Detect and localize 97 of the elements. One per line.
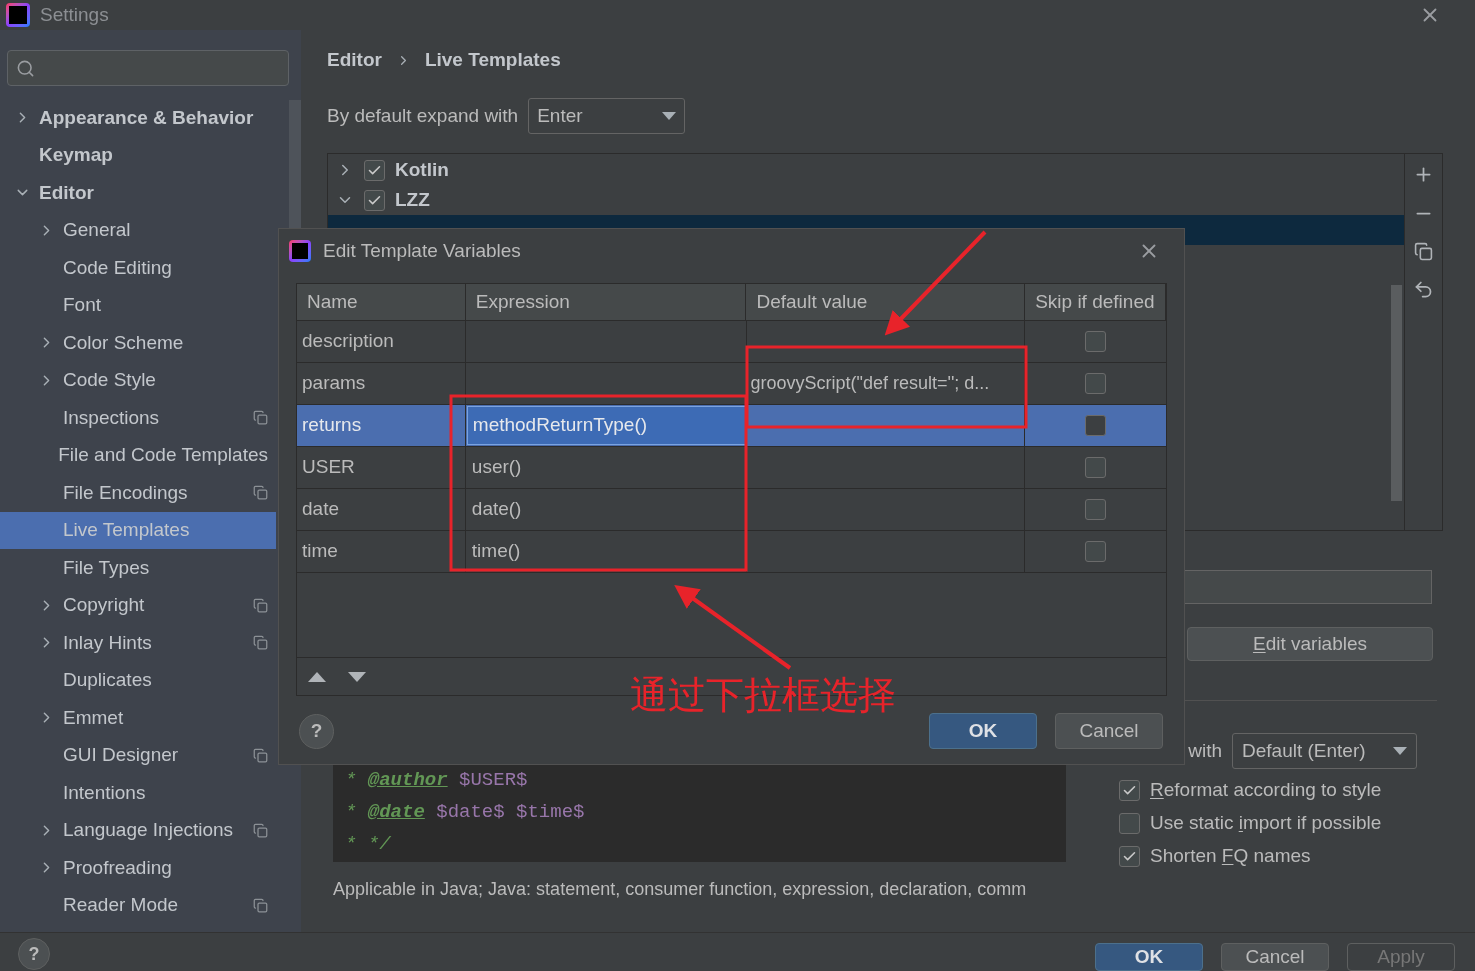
sidebar-item[interactable]: Appearance & Behavior <box>0 99 276 137</box>
sidebar-item[interactable]: Color Scheme <box>0 324 276 362</box>
expand-with-label: with <box>1188 738 1222 763</box>
sidebar-item[interactable]: Reader Mode <box>0 886 276 924</box>
checkbox[interactable] <box>1085 373 1107 394</box>
checkbox[interactable] <box>364 159 385 181</box>
project-scope-icon <box>253 485 268 501</box>
sidebar-item[interactable]: File and Code Templates <box>0 436 276 474</box>
breadcrumb-item[interactable]: Editor <box>327 45 382 75</box>
checkbox[interactable] <box>1085 457 1107 478</box>
variable-row[interactable]: time time() <box>297 531 1166 573</box>
sidebar-item[interactable]: Code Editing <box>0 249 276 287</box>
table-cell: date <box>297 489 466 530</box>
ok-button[interactable]: OK <box>1095 943 1203 971</box>
sidebar-item[interactable]: File Types <box>0 549 276 587</box>
sidebar-item[interactable]: Duplicates <box>0 661 276 699</box>
table-cell: returns <box>297 405 466 446</box>
option-checkbox-row[interactable]: Shorten FQ names <box>1119 840 1443 873</box>
sidebar-item[interactable]: Copyright <box>0 586 276 624</box>
sidebar-item[interactable]: Emmet <box>0 699 276 737</box>
sidebar-item[interactable]: Inlay Hints <box>0 624 276 662</box>
app-logo-icon <box>6 3 30 27</box>
project-scope-icon <box>253 410 268 426</box>
move-down-icon[interactable] <box>348 671 366 682</box>
help-button[interactable]: ? <box>18 938 50 970</box>
expand-dropdown[interactable]: Default (Enter) <box>1232 733 1417 769</box>
sidebar-item[interactable]: GUI Designer <box>0 736 276 774</box>
dropdown-caret-icon <box>1393 747 1407 755</box>
project-scope-icon <box>253 597 268 613</box>
code-line: * */ <box>345 832 392 857</box>
template-group-row[interactable]: LZZ <box>328 185 1404 215</box>
dialog-button[interactable]: Cancel <box>1055 713 1163 749</box>
sidebar-item[interactable]: Keymap <box>0 136 276 174</box>
table-cell: params <box>297 363 466 404</box>
checkbox[interactable] <box>1085 415 1107 436</box>
sidebar-item[interactable]: General <box>0 211 276 249</box>
table-cell: USER <box>297 447 466 488</box>
sidebar-item[interactable]: Proofreading <box>0 849 276 887</box>
edit-variables-button[interactable]: Edit variables <box>1187 627 1433 661</box>
breadcrumb-item: Live Templates <box>424 47 561 72</box>
table-cell: time <box>297 531 466 572</box>
sidebar-item[interactable]: Code Style <box>0 361 276 399</box>
column-header[interactable]: Default value <box>746 284 1026 320</box>
copy-icon[interactable] <box>1414 242 1433 261</box>
variable-row[interactable]: returns methodReturnType() <box>297 405 1166 447</box>
table-cell: date() <box>465 489 747 530</box>
variable-row[interactable]: date date() <box>297 489 1166 531</box>
table-cell: description <box>297 321 466 362</box>
sidebar-item[interactable]: Language Injections <box>0 811 276 849</box>
ok-button[interactable]: OK <box>929 713 1037 749</box>
sidebar-item[interactable]: Inspections <box>0 399 276 437</box>
project-scope-icon <box>253 747 268 763</box>
sidebar-item[interactable]: Editor <box>0 174 276 212</box>
variable-row[interactable]: description <box>297 321 1166 363</box>
template-group-row[interactable]: Kotlin <box>328 155 1404 185</box>
checkbox[interactable] <box>1085 331 1107 352</box>
checkbox[interactable] <box>364 189 385 211</box>
option-checkbox-row[interactable]: Use static import if possible <box>1119 807 1443 840</box>
table-cell: groovyScript("def result=''; d... <box>746 363 1026 404</box>
column-header[interactable]: Name <box>297 284 466 320</box>
checkbox[interactable] <box>1119 846 1140 867</box>
checkbox[interactable] <box>1085 541 1107 562</box>
scrollbar-thumb[interactable] <box>289 100 301 230</box>
expression-input[interactable]: methodReturnType() <box>466 406 746 445</box>
variable-row[interactable]: USER user() <box>297 447 1166 489</box>
search-field[interactable] <box>7 50 289 86</box>
scrollbar-thumb[interactable] <box>1391 285 1402 501</box>
code-line: * @date $date$ $time$ <box>345 800 586 825</box>
search-icon <box>16 58 35 78</box>
dialog-title: Edit Template Variables <box>323 238 521 263</box>
checkbox[interactable] <box>1119 813 1140 834</box>
annotation-text: 通过下拉框选择 <box>630 672 896 718</box>
project-scope-icon <box>253 897 268 913</box>
checkbox[interactable] <box>1119 780 1140 801</box>
dialog-button[interactable]: Cancel <box>1221 943 1329 971</box>
applicable-contexts-text: Applicable in Java; Java: statement, consumer function, expression, declaration, comm <box>333 878 1027 901</box>
project-scope-icon <box>253 822 268 838</box>
undo-icon[interactable] <box>1413 279 1434 300</box>
option-checkbox-row[interactable]: Reformat according to style <box>1119 774 1443 807</box>
dropdown-caret-icon <box>662 112 677 120</box>
expand-dropdown[interactable]: Enter <box>528 98 686 134</box>
column-header[interactable]: Expression <box>465 284 747 320</box>
window-title: Settings <box>40 2 109 27</box>
checkbox[interactable] <box>1085 499 1107 520</box>
sidebar-item[interactable]: Intentions <box>0 774 276 812</box>
expand-with-label: By default expand with <box>327 103 519 128</box>
app-logo-icon <box>289 240 311 262</box>
project-scope-icon <box>253 635 268 651</box>
sidebar-item[interactable]: Live Templates <box>0 511 276 549</box>
table-cell: time() <box>465 531 747 572</box>
table-cell: user() <box>465 447 747 488</box>
help-button[interactable]: ? <box>299 713 334 749</box>
column-header[interactable]: Skip if defined <box>1025 284 1166 320</box>
sidebar-item[interactable]: File Encodings <box>0 474 276 512</box>
code-line: * @author $USER$ <box>345 768 529 793</box>
move-up-icon[interactable] <box>308 671 326 682</box>
sidebar-item[interactable]: Font <box>0 286 276 324</box>
